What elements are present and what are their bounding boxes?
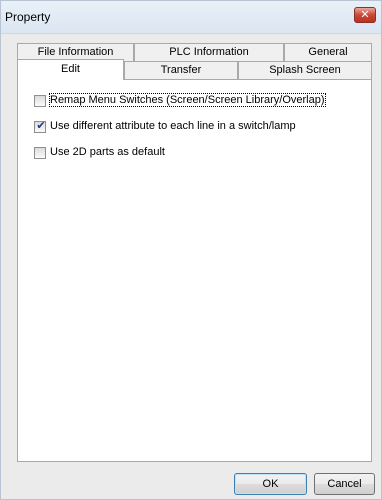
- ok-button[interactable]: OK: [234, 473, 307, 495]
- 2d-parts-checkbox[interactable]: [34, 147, 46, 159]
- edit-tab-panel: Remap Menu Switches (Screen/Screen Libra…: [17, 79, 372, 462]
- tab-transfer[interactable]: Transfer: [124, 61, 238, 79]
- close-icon: ✕: [360, 9, 370, 21]
- check-mark-icon: ✔: [36, 120, 46, 132]
- close-button[interactable]: ✕: [354, 7, 376, 23]
- property-dialog: Property ✕ File Information PLC Informat…: [0, 0, 382, 500]
- remap-menu-switches-checkbox[interactable]: [34, 95, 46, 107]
- option-label[interactable]: Use 2D parts as default: [50, 146, 165, 158]
- window-title: Property: [5, 10, 51, 24]
- cancel-button[interactable]: Cancel: [314, 473, 375, 495]
- option-label[interactable]: Use different attribute to each line in …: [50, 120, 296, 132]
- tab-splash-screen[interactable]: Splash Screen: [238, 61, 372, 79]
- title-bar[interactable]: Property ✕: [1, 1, 381, 34]
- different-attribute-checkbox[interactable]: ✔: [34, 120, 46, 133]
- tab-edit[interactable]: Edit: [17, 59, 124, 80]
- option-label[interactable]: Remap Menu Switches (Screen/Screen Libra…: [49, 93, 326, 107]
- tab-plc-information[interactable]: PLC Information: [134, 43, 284, 61]
- tab-general[interactable]: General: [284, 43, 372, 61]
